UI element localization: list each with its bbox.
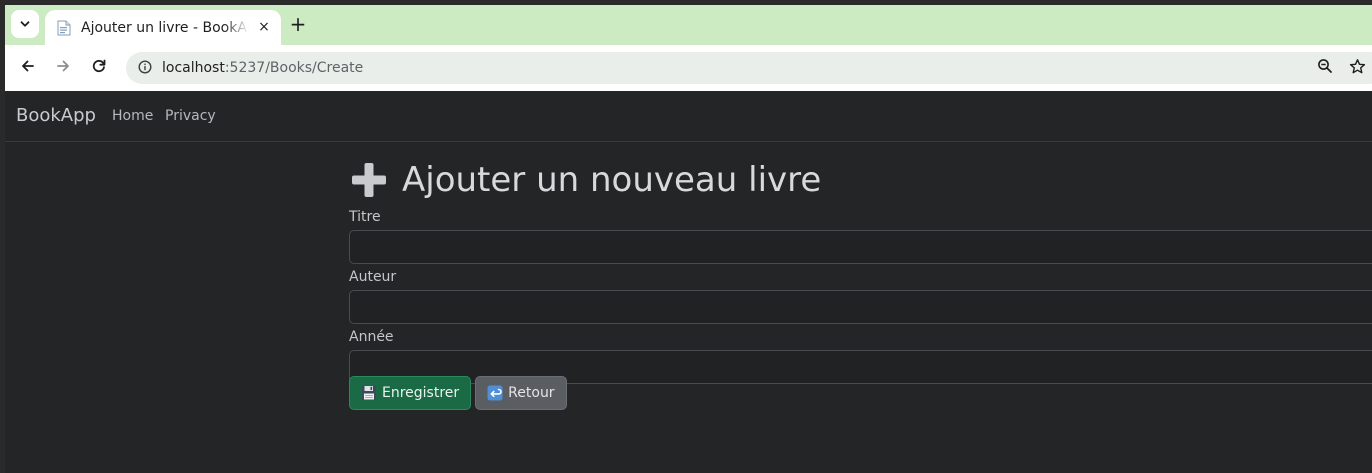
- brand-link[interactable]: BookApp: [16, 105, 96, 126]
- chevron-down-icon: [19, 15, 31, 34]
- zoom-button[interactable]: [1314, 57, 1336, 79]
- tab-menu-button[interactable]: [11, 10, 39, 38]
- site-navbar: BookApp Home Privacy: [5, 91, 1372, 142]
- page-title: Ajouter un nouveau livre: [349, 156, 1372, 204]
- browser-toolbar: localhost:5237/Books/Create: [5, 45, 1372, 91]
- web-page: BookApp Home Privacy Ajouter un nouveau …: [5, 91, 1372, 473]
- bookmark-button[interactable]: [1346, 57, 1368, 79]
- save-button-label: Enregistrer: [382, 385, 460, 401]
- star-icon: [1349, 58, 1366, 79]
- author-field-group: Auteur: [349, 268, 1372, 324]
- tab-title: Ajouter un livre - BookApp: [81, 19, 249, 36]
- url-host: localhost: [162, 60, 225, 76]
- nav-link-privacy[interactable]: Privacy: [165, 108, 216, 124]
- tab-active[interactable]: Ajouter un livre - BookApp ×: [45, 10, 281, 45]
- screen: Ajouter un livre - BookApp × + localhost…: [0, 0, 1372, 473]
- back-button[interactable]: [13, 53, 43, 83]
- tab-strip: Ajouter un livre - BookApp × +: [5, 5, 1372, 45]
- form-actions: Enregistrer Retour: [349, 376, 567, 410]
- arrow-right-icon: [55, 58, 71, 78]
- url-text: localhost:5237/Books/Create: [162, 60, 363, 76]
- save-button[interactable]: Enregistrer: [349, 376, 472, 410]
- zoom-out-icon: [1317, 58, 1333, 78]
- plus-icon: +: [289, 12, 307, 36]
- document-icon: [57, 20, 71, 36]
- forward-button[interactable]: [48, 53, 78, 83]
- author-input[interactable]: [349, 290, 1372, 324]
- back-to-list-button[interactable]: Retour: [475, 376, 567, 410]
- arrow-left-icon: [20, 58, 36, 78]
- site-info-button[interactable]: [134, 57, 156, 79]
- url-path: :5237/Books/Create: [224, 60, 364, 76]
- new-tab-button[interactable]: +: [285, 11, 311, 37]
- page-title-text: Ajouter un nouveau livre: [402, 160, 822, 200]
- title-input[interactable]: [349, 230, 1372, 264]
- reload-button[interactable]: [84, 53, 114, 83]
- title-field-group: Titre: [349, 208, 1372, 264]
- close-icon: ×: [258, 19, 270, 35]
- info-icon: [138, 59, 152, 78]
- plus-icon: [349, 160, 389, 200]
- nav-link-home[interactable]: Home: [112, 108, 153, 124]
- address-bar[interactable]: localhost:5237/Books/Create: [126, 52, 1372, 84]
- reload-icon: [91, 58, 107, 78]
- create-book-form: Ajouter un nouveau livre Titre Auteur An…: [349, 156, 1372, 410]
- back-button-label: Retour: [508, 385, 555, 401]
- return-arrow-icon: [487, 385, 503, 401]
- year-label: Année: [349, 329, 394, 345]
- title-label: Titre: [349, 209, 381, 225]
- floppy-disk-icon: [361, 385, 377, 401]
- close-tab-button[interactable]: ×: [255, 18, 273, 36]
- author-label: Auteur: [349, 269, 397, 285]
